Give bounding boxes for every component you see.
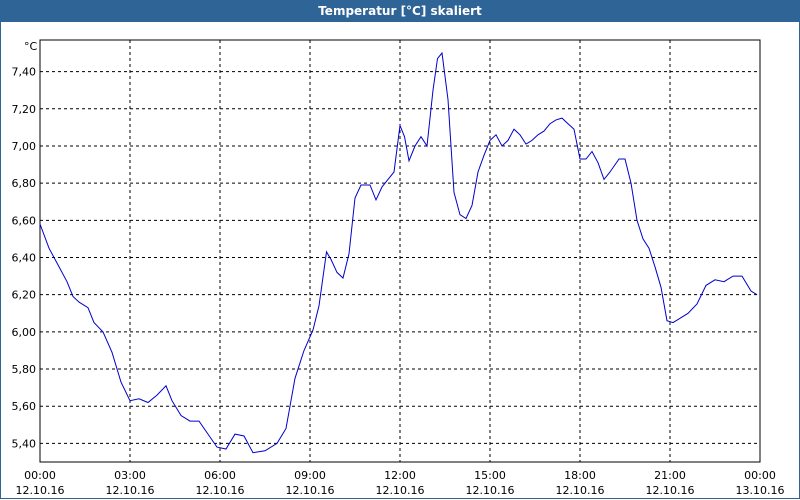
x-tick-time: 18:00: [564, 469, 596, 482]
x-tick-date: 12.10.16: [646, 484, 695, 497]
y-tick-label: 6,00: [12, 326, 37, 339]
x-tick-date: 13.10.16: [736, 484, 785, 497]
x-tick-time: 12:00: [384, 469, 416, 482]
y-axis-unit: °C: [24, 40, 38, 53]
x-tick-date: 12.10.16: [16, 484, 65, 497]
x-tick-date: 12.10.16: [376, 484, 425, 497]
x-tick-time: 00:00: [24, 469, 56, 482]
x-tick-time: 15:00: [474, 469, 506, 482]
temperature-chart: °C 5,40 5,60 5,80 6,00 6,20 6,40 6,60 6,80 7,00 7…: [12, 39, 785, 497]
y-tick-label: 5,40: [12, 437, 37, 450]
x-tick-time: 03:00: [114, 469, 146, 482]
x-tick-time: 09:00: [294, 469, 326, 482]
x-tick-date: 12.10.16: [466, 484, 515, 497]
x-tick-date: 12.10.16: [556, 484, 605, 497]
x-tick-date: 12.10.16: [106, 484, 155, 497]
x-tick-labels: 00:00 12.10.16 03:00 12.10.16 06:00 12.10.16 0…: [16, 469, 785, 497]
y-tick-label: 5,60: [12, 400, 37, 413]
y-tick-label: 7,00: [12, 140, 37, 153]
y-tick-label: 6,80: [12, 177, 37, 190]
y-tick-label: 6,60: [12, 214, 37, 227]
x-tick-date: 12.10.16: [286, 484, 335, 497]
x-tick-time: 00:00: [744, 469, 776, 482]
y-tick-label: 6,40: [12, 252, 37, 265]
y-tick-label: 7,20: [12, 103, 37, 116]
x-tick-time: 21:00: [654, 469, 686, 482]
y-tick-labels: 5,40 5,60 5,80 6,00 6,20 6,40 6,60 6,80 7,00 7,20…: [12, 66, 37, 451]
x-tick-time: 06:00: [204, 469, 236, 482]
y-tick-label: 6,20: [12, 289, 37, 302]
y-tick-label: 7,40: [12, 66, 37, 79]
y-tick-label: 5,80: [12, 363, 37, 376]
x-tick-date: 12.10.16: [196, 484, 245, 497]
